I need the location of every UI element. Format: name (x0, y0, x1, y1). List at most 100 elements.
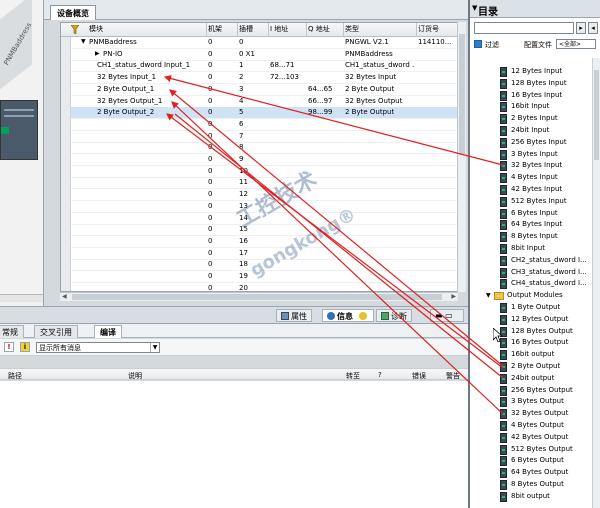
scroll-thumb[interactable] (594, 70, 599, 160)
canvas-scrollbar[interactable] (0, 294, 43, 302)
table-row[interactable]: 0 14 (61, 212, 457, 225)
row-handle[interactable] (61, 107, 71, 120)
tab-diagnostics[interactable]: 诊断 (376, 309, 412, 322)
table-row[interactable]: 0 10 (61, 165, 457, 178)
table-row[interactable]: PN-IO 0 0 X1 PNMBaddress ▶ (61, 48, 457, 61)
row-handle[interactable] (61, 247, 71, 260)
tab-compile[interactable]: 编译 (94, 325, 122, 338)
table-row[interactable]: 2 Byte Output_2 0 5 98...99 2 Byte Output (61, 107, 457, 120)
row-handle[interactable] (61, 48, 71, 61)
row-handle[interactable] (61, 165, 71, 178)
row-handle[interactable] (61, 200, 71, 213)
warning-filter-icon[interactable]: i (20, 342, 30, 352)
table-row[interactable]: 32 Bytes Output_1 0 4 66...97 32 Bytes Outpu… (61, 95, 457, 108)
column-header-module[interactable]: 模块 (89, 24, 205, 34)
table-row[interactable]: 0 17 (61, 247, 457, 260)
tab-device-overview[interactable]: 设备概览 (50, 5, 96, 20)
row-handle[interactable] (61, 118, 71, 131)
row-handle[interactable] (61, 83, 71, 96)
network-canvas[interactable]: PNMBaddress (0, 0, 44, 306)
scroll-left-icon[interactable]: ◀ (62, 293, 67, 300)
table-row[interactable]: 0 11 (61, 177, 457, 190)
table-row[interactable]: 0 19 (61, 271, 457, 283)
column-header-i-address[interactable]: I 地址 (270, 24, 306, 34)
table-row[interactable]: 06 (61, 118, 457, 131)
column-divider[interactable] (306, 23, 307, 37)
message-filter-select[interactable]: 显示所有消息 ▼ (36, 342, 160, 353)
expand-down-icon[interactable]: ▼ (81, 38, 86, 45)
panel-controls[interactable]: ▬ ▭ (430, 309, 464, 322)
row-handle[interactable] (61, 60, 71, 73)
column-divider[interactable] (237, 23, 238, 37)
table-row[interactable]: PNMBaddress 0 0 PNGWL V2.1 114110... ▼ (61, 37, 457, 49)
row-handle[interactable] (61, 212, 71, 225)
table-row[interactable]: 08 (61, 142, 457, 155)
row-handle[interactable] (61, 224, 71, 237)
row-handle[interactable] (61, 95, 71, 108)
scroll-thumb[interactable] (72, 294, 442, 300)
error-filter-icon[interactable]: ! (4, 342, 14, 352)
row-handle[interactable] (61, 177, 71, 190)
row-handle[interactable] (61, 130, 71, 143)
message-list[interactable] (0, 381, 468, 508)
expand-down-icon[interactable]: ▼ (486, 292, 491, 299)
column-header-description[interactable]: 说明 (128, 371, 142, 381)
table-row[interactable]: 0 13 (61, 200, 457, 213)
table-row[interactable]: 32 Bytes Input_1 0 2 72...103 32 Bytes Input (61, 72, 457, 85)
device-table-vscroll[interactable] (457, 22, 466, 292)
column-header-warnings[interactable]: 警告 (446, 371, 460, 381)
table-row[interactable]: 0 12 (61, 189, 457, 202)
collapse-arrow-icon[interactable]: ▼ (472, 4, 477, 12)
search-next-icon[interactable]: ▸ (576, 22, 586, 34)
column-header-order[interactable]: 订货号 (418, 24, 457, 34)
table-row[interactable]: 09 (61, 154, 457, 166)
table-row[interactable]: 07 (61, 130, 457, 143)
column-header-slot[interactable]: 插槽 (239, 24, 267, 34)
column-header-question[interactable]: ? (378, 371, 382, 379)
catalog-item-label: 64 Bytes Output (511, 468, 569, 477)
column-divider[interactable] (206, 23, 207, 37)
table-row[interactable]: 0 18 (61, 259, 457, 272)
row-handle[interactable] (61, 189, 71, 202)
catalog-search-input[interactable] (474, 22, 574, 34)
row-handle[interactable] (61, 142, 71, 155)
catalog-vscroll[interactable] (592, 58, 600, 508)
device-image[interactable] (0, 100, 38, 160)
column-header-rack[interactable]: 机架 (208, 24, 236, 34)
tab-cross-references[interactable]: 交叉引用 (34, 325, 78, 338)
scroll-right-icon[interactable]: ▶ (451, 293, 456, 300)
column-header-type[interactable]: 类型 (345, 24, 415, 34)
row-handle[interactable] (61, 37, 71, 49)
expand-right-icon[interactable]: ▶ (95, 50, 100, 57)
column-divider[interactable] (268, 23, 269, 37)
filter-checkbox[interactable] (474, 40, 482, 48)
column-header-errors[interactable]: 错误 (412, 371, 426, 381)
tab-info[interactable]: 信息 (322, 309, 374, 322)
column-header-path[interactable]: 路径 (8, 371, 22, 381)
row-handle[interactable] (61, 235, 71, 248)
column-header-goto[interactable]: 转至 (346, 371, 360, 381)
catalog-item-label: 128 Bytes Input (511, 78, 567, 87)
profile-select[interactable]: <全部> (556, 39, 596, 49)
tab-properties[interactable]: 属性 (276, 309, 312, 322)
filter-icon[interactable] (71, 25, 79, 34)
table-row[interactable]: 0 20 (61, 282, 457, 291)
column-divider[interactable] (343, 23, 344, 37)
row-handle[interactable] (61, 271, 71, 283)
table-row[interactable]: 2 Byte Output_1 0 3 64...65 2 Byte Output (61, 83, 457, 96)
scroll-thumb[interactable] (459, 34, 465, 154)
column-divider[interactable] (416, 23, 417, 37)
row-handle[interactable] (61, 154, 71, 166)
device-table-hscroll[interactable]: ◀ ▶ (60, 292, 458, 301)
table-row[interactable]: 0 16 (61, 235, 457, 248)
row-handle[interactable] (61, 72, 71, 85)
row-handle[interactable] (61, 259, 71, 272)
panel-minimize-icon[interactable]: ▬ ▭ (435, 311, 453, 320)
table-row[interactable]: CH1_status_dword Input_1 0 1 68...71 CH1_sta… (61, 60, 457, 73)
row-handle[interactable] (61, 282, 71, 291)
table-row[interactable]: 0 15 (61, 224, 457, 237)
tab-general[interactable]: 常规 (0, 325, 24, 338)
chevron-down-icon[interactable]: ▼ (150, 343, 159, 352)
search-prev-icon[interactable]: ◂ (588, 22, 598, 34)
column-header-q-address[interactable]: Q 地址 (308, 24, 342, 34)
